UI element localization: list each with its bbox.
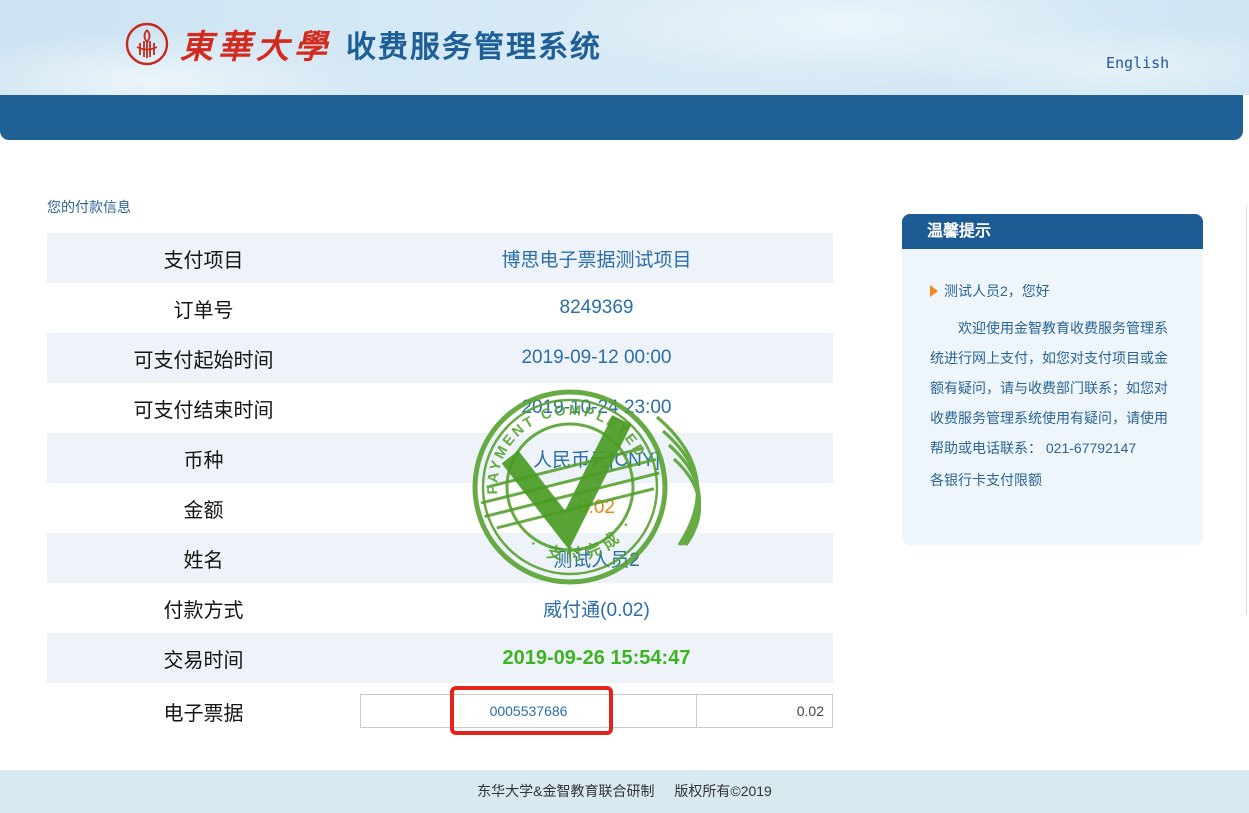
row-value: 8249369	[360, 297, 833, 319]
table-row: 可支付结束时间 2019-10-24 23:00	[47, 383, 833, 433]
english-link[interactable]: English	[1106, 54, 1169, 72]
table-row-eticket: 电子票据 0005537686 0.02	[47, 683, 833, 739]
table-row: 交易时间 2019-09-26 15:54:47	[47, 633, 833, 683]
university-name: 東華大學	[180, 20, 332, 68]
page: 東華大學 收费服务管理系统 English 您的付款信息 支付项目 博思电子票据…	[0, 0, 1249, 813]
row-label: 交易时间	[47, 644, 360, 673]
tips-body-text: 欢迎使用金智教育收费服务管理系统进行网上支付，如您对支付项目或金额有疑问，请与收…	[930, 313, 1179, 463]
row-value: 威付通(0.02)	[360, 595, 833, 622]
row-label: 付款方式	[47, 594, 360, 623]
arrow-right-icon	[930, 285, 938, 297]
row-value: 博思电子票据测试项目	[360, 245, 833, 272]
greeting-line: 测试人员2，您好	[930, 281, 1179, 301]
table-row: 订单号 8249369	[47, 283, 833, 333]
header: 東華大學 收费服务管理系统 English	[0, 0, 1249, 95]
logo-row: 東華大學 收费服务管理系统	[124, 20, 602, 68]
row-label: 币种	[47, 444, 360, 473]
footer: 东华大学&金智教育联合研制 版权所有©2019	[0, 770, 1249, 813]
row-label: 电子票据	[47, 697, 360, 726]
row-value-amount: 0.02	[360, 497, 833, 519]
row-value: 2019-10-24 23:00	[360, 397, 833, 419]
table-row: 支付项目 博思电子票据测试项目	[47, 233, 833, 283]
payment-section-title: 您的付款信息	[47, 197, 131, 217]
footer-copyright: 版权所有©2019	[674, 783, 771, 799]
table-row: 可支付起始时间 2019-09-12 00:00	[47, 333, 833, 383]
table-row: 付款方式 威付通(0.02)	[47, 583, 833, 633]
greeting-text: 测试人员2，您好	[944, 281, 1050, 301]
row-value-transaction-time: 2019-09-26 15:54:47	[360, 647, 833, 670]
row-label: 可支付起始时间	[47, 344, 360, 373]
tips-panel: 测试人员2，您好 欢迎使用金智教育收费服务管理系统进行网上支付，如您对支付项目或…	[902, 249, 1203, 545]
eticket-highlight-box	[450, 686, 613, 735]
eticket-amount: 0.02	[696, 695, 832, 727]
row-label: 支付项目	[47, 244, 360, 273]
university-seal-icon	[124, 21, 170, 67]
footer-credit: 东华大学&金智教育联合研制	[477, 783, 654, 799]
row-value: 2019-09-12 00:00	[360, 347, 833, 369]
row-label: 订单号	[47, 294, 360, 323]
bank-card-limit-link[interactable]: 各银行卡支付限额	[930, 470, 1042, 490]
table-row: 币种 人民币元[CNY]	[47, 433, 833, 483]
row-label: 金额	[47, 494, 360, 523]
row-value: 人民币元[CNY]	[360, 445, 833, 472]
tips-panel-header: 温馨提示	[902, 214, 1203, 249]
row-value: 测试人员2	[360, 545, 833, 572]
system-title: 收费服务管理系统	[346, 22, 602, 66]
table-row: 姓名 测试人员2	[47, 533, 833, 583]
navbar	[0, 95, 1243, 140]
table-row: 金额 0.02	[47, 483, 833, 533]
page-edge-divider	[1246, 205, 1247, 615]
payment-table: 支付项目 博思电子票据测试项目 订单号 8249369 可支付起始时间 2019…	[47, 233, 833, 739]
row-label: 姓名	[47, 544, 360, 573]
row-label: 可支付结束时间	[47, 394, 360, 423]
